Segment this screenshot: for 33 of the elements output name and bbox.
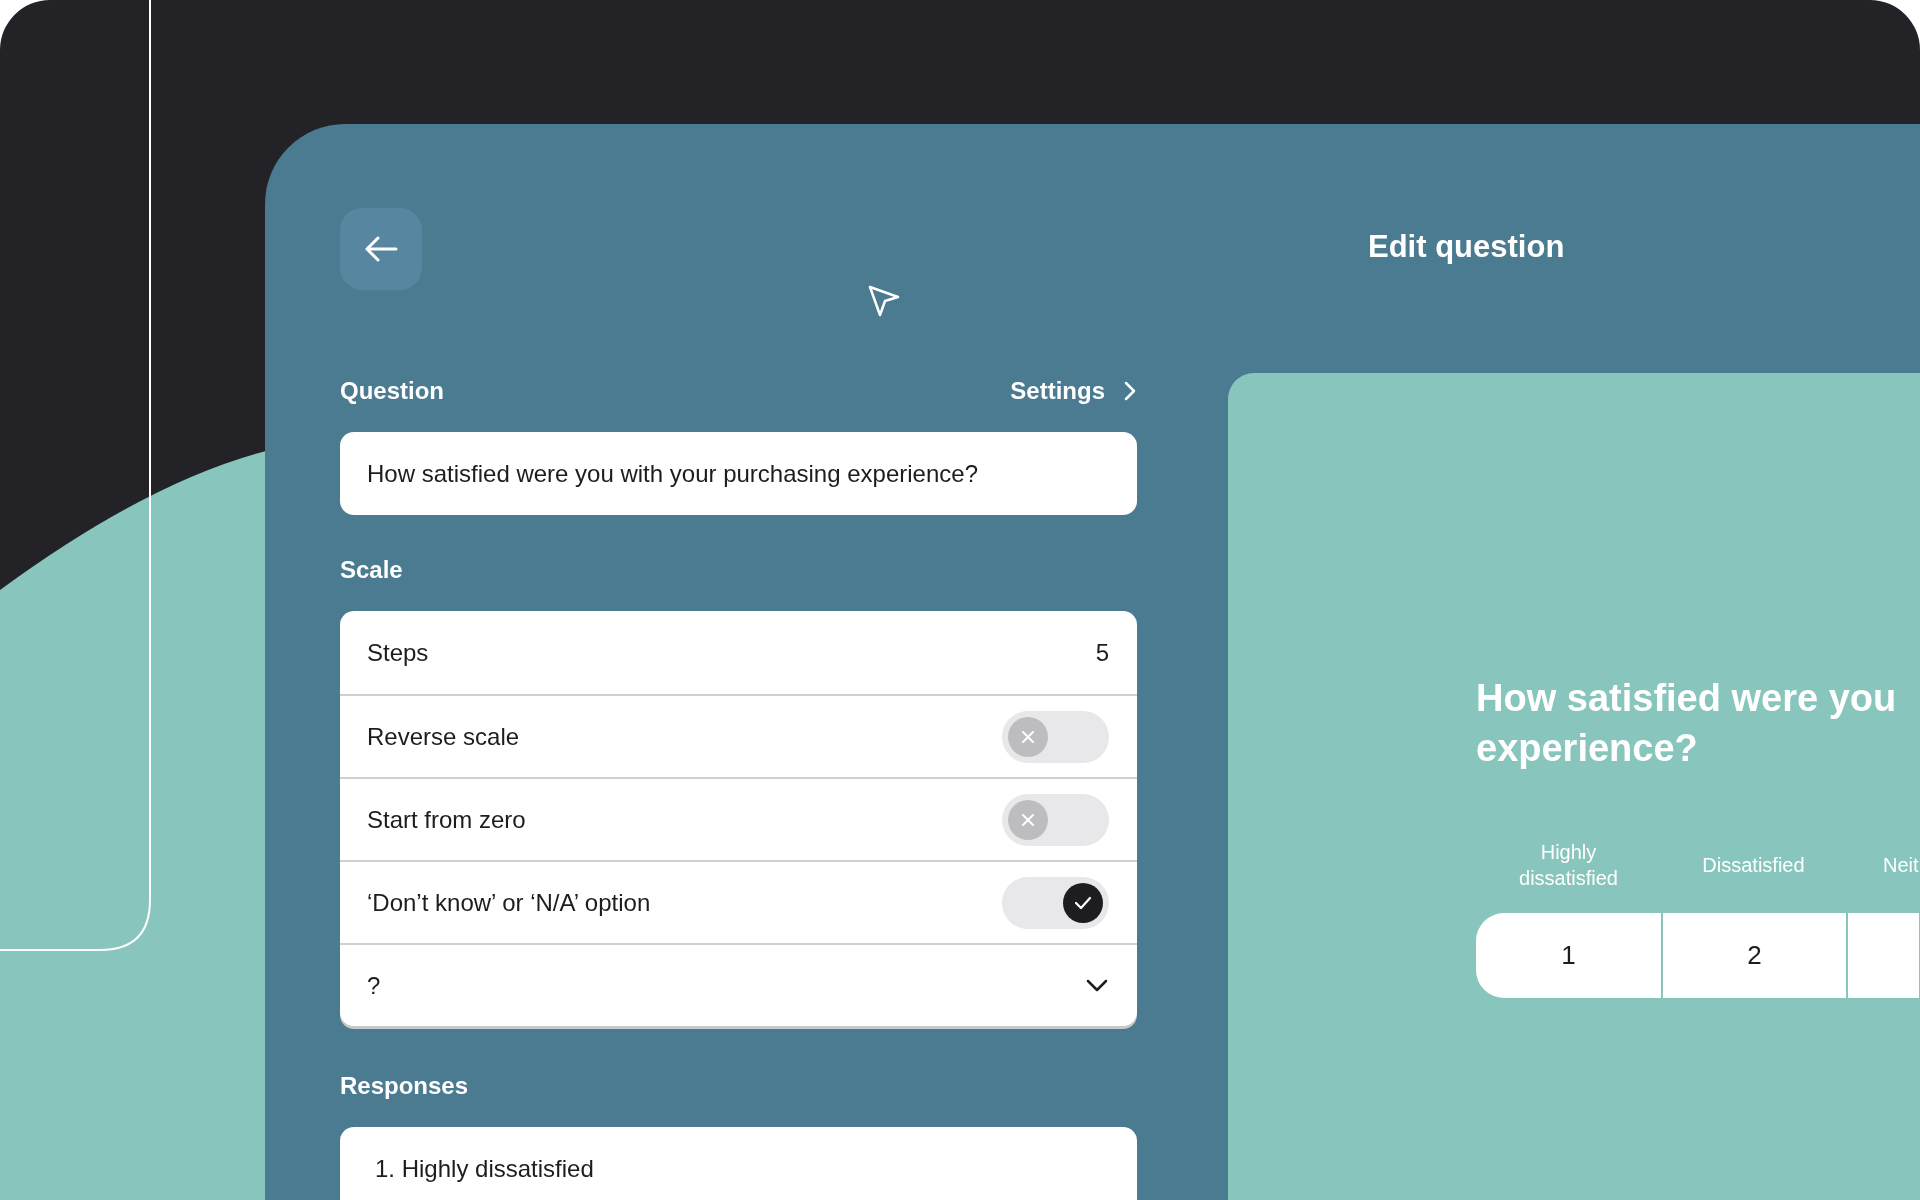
toggle-switch[interactable] bbox=[1002, 793, 1109, 846]
section-label: Responses bbox=[340, 1072, 469, 1099]
scale-option[interactable]: 1 bbox=[1476, 913, 1661, 998]
chevron-down-icon bbox=[1085, 978, 1109, 993]
scale-option[interactable]: 2 bbox=[1661, 913, 1846, 998]
row-label: ? bbox=[367, 970, 381, 1001]
steps-value: 5 bbox=[1095, 637, 1109, 668]
section-label: Scale bbox=[340, 556, 403, 583]
scale-label: Highly dissatisfied bbox=[1518, 840, 1619, 891]
scale-option[interactable] bbox=[1846, 913, 1919, 998]
toggle-switch[interactable] bbox=[1002, 710, 1109, 763]
settings-link[interactable]: Settings bbox=[1010, 373, 1137, 409]
row-label: Start from zero bbox=[367, 804, 526, 835]
question-field[interactable]: How satisfied were you with your purchasing experience? bbox=[340, 432, 1137, 515]
scale-label: Neit bbox=[1883, 853, 1919, 878]
toggle-switch[interactable] bbox=[1002, 876, 1109, 929]
cursor-icon bbox=[867, 284, 901, 318]
preview-question: experience? bbox=[1476, 727, 1698, 769]
x-icon bbox=[1021, 812, 1035, 827]
page-title: Edit question bbox=[1368, 229, 1565, 264]
scale-label: Dissatisfied bbox=[1702, 853, 1805, 878]
row-label: Reverse scale bbox=[367, 721, 520, 752]
back-button[interactable] bbox=[340, 208, 422, 290]
back-arrow-icon bbox=[364, 236, 398, 262]
dropdown-toggle[interactable] bbox=[1085, 978, 1109, 993]
section-label: Question bbox=[340, 376, 444, 406]
check-icon bbox=[1074, 895, 1092, 910]
row-label: ‘Don’t know’ or ‘N/A’ option bbox=[367, 887, 651, 918]
preview-question: How satisfied were you bbox=[1476, 677, 1897, 719]
row-label: Steps bbox=[367, 637, 429, 668]
chevron-right-icon bbox=[1123, 380, 1137, 402]
x-icon bbox=[1021, 729, 1035, 744]
response-item[interactable]: 1. Highly dissatisfied bbox=[375, 1155, 594, 1182]
